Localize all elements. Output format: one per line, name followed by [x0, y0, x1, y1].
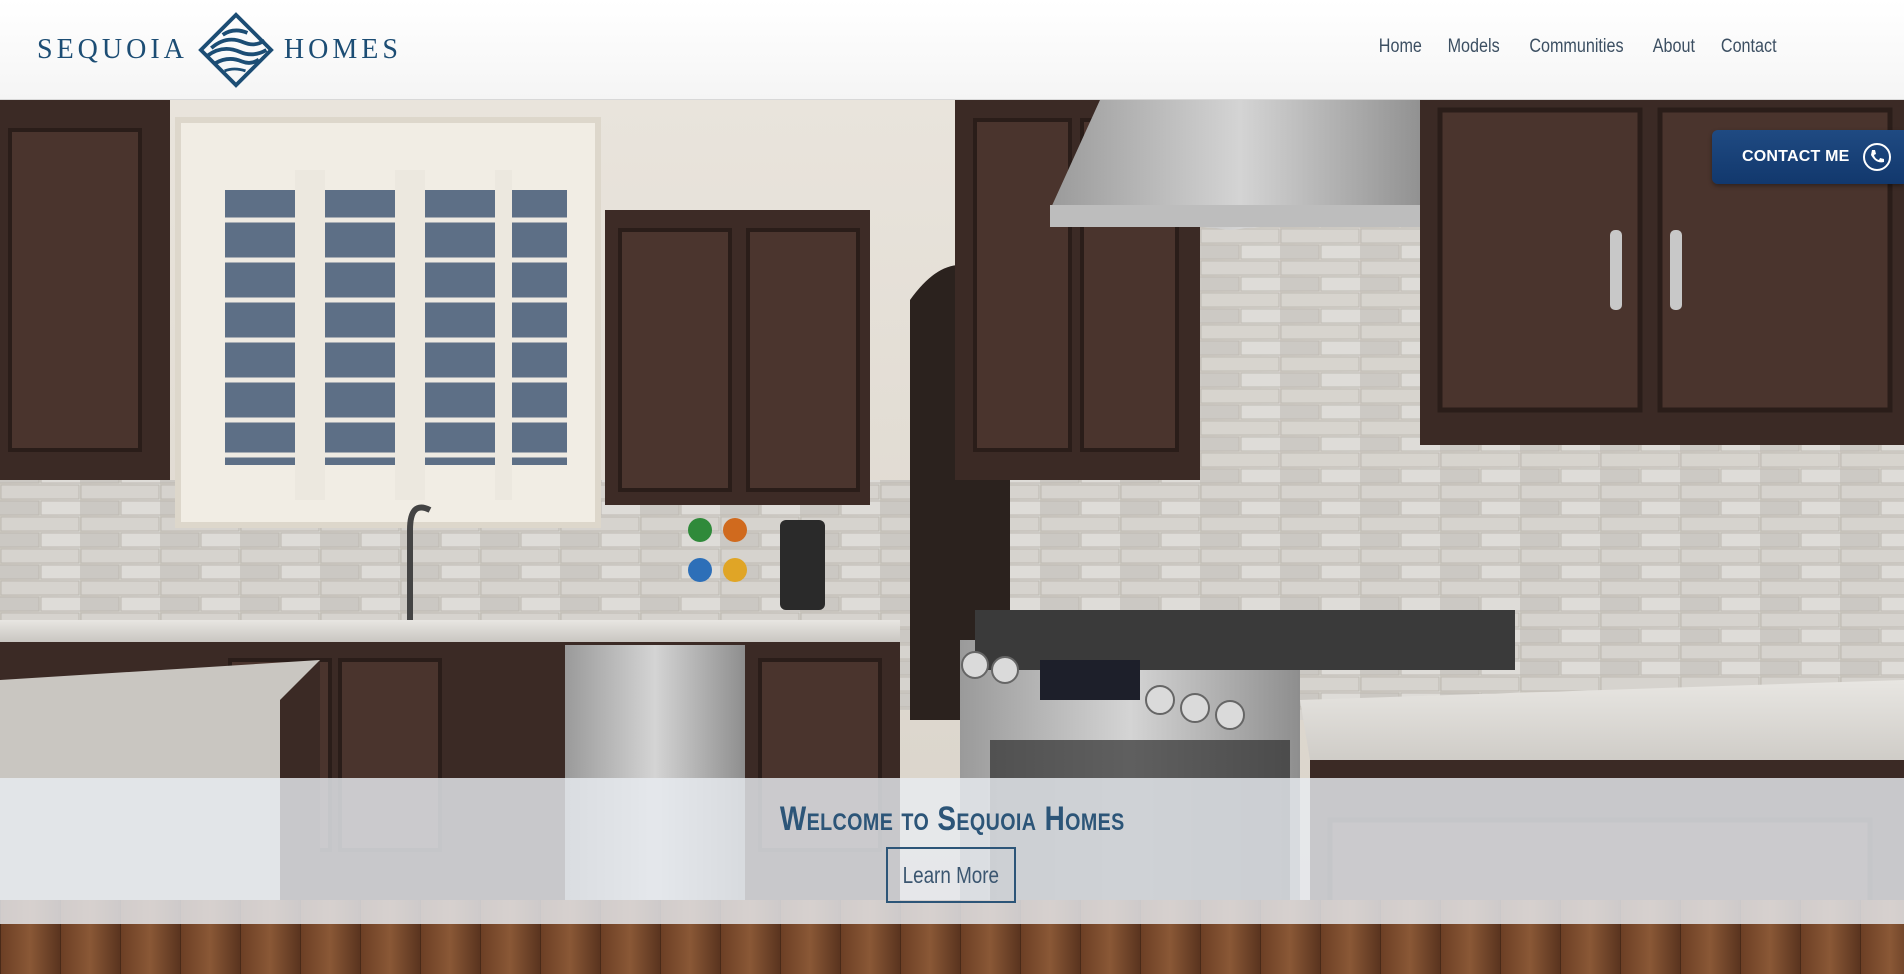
welcome-title: Welcome to Sequoia Homes	[0, 800, 1904, 839]
learn-more-label: Learn More	[902, 861, 1000, 888]
welcome-banner: Welcome to Sequoia Homes Learn More	[0, 778, 1904, 924]
nav-item-communities[interactable]: Communities	[1523, 36, 1629, 58]
sequoia-diamond-logo-icon	[198, 11, 274, 88]
logo-wordmark-right: HOMES	[283, 33, 402, 65]
nav-item-contact[interactable]: Contact	[1714, 36, 1782, 58]
contact-me-button[interactable]: CONTACT ME	[1712, 130, 1904, 184]
nav-item-models[interactable]: Models	[1441, 36, 1505, 58]
phone-icon	[1863, 143, 1891, 171]
site-logo[interactable]: SEQUOIA HOMES	[37, 11, 402, 88]
site-header: SEQUOIA HOMES Home Models Communities Ab…	[0, 0, 1904, 100]
nav-item-home[interactable]: Home	[1373, 36, 1428, 58]
learn-more-button[interactable]: Learn More	[886, 847, 1016, 903]
welcome-title-text: Welcome to Sequoia Homes	[779, 800, 1125, 838]
main-nav: Home Models Communities About Contact	[1365, 36, 1788, 58]
nav-item-about[interactable]: About	[1647, 36, 1701, 58]
logo-wordmark-left: SEQUOIA	[37, 33, 188, 65]
hero-section: CONTACT ME Welcome to Sequoia Homes Lear…	[0, 100, 1904, 974]
contact-me-label: CONTACT ME	[1742, 148, 1850, 165]
